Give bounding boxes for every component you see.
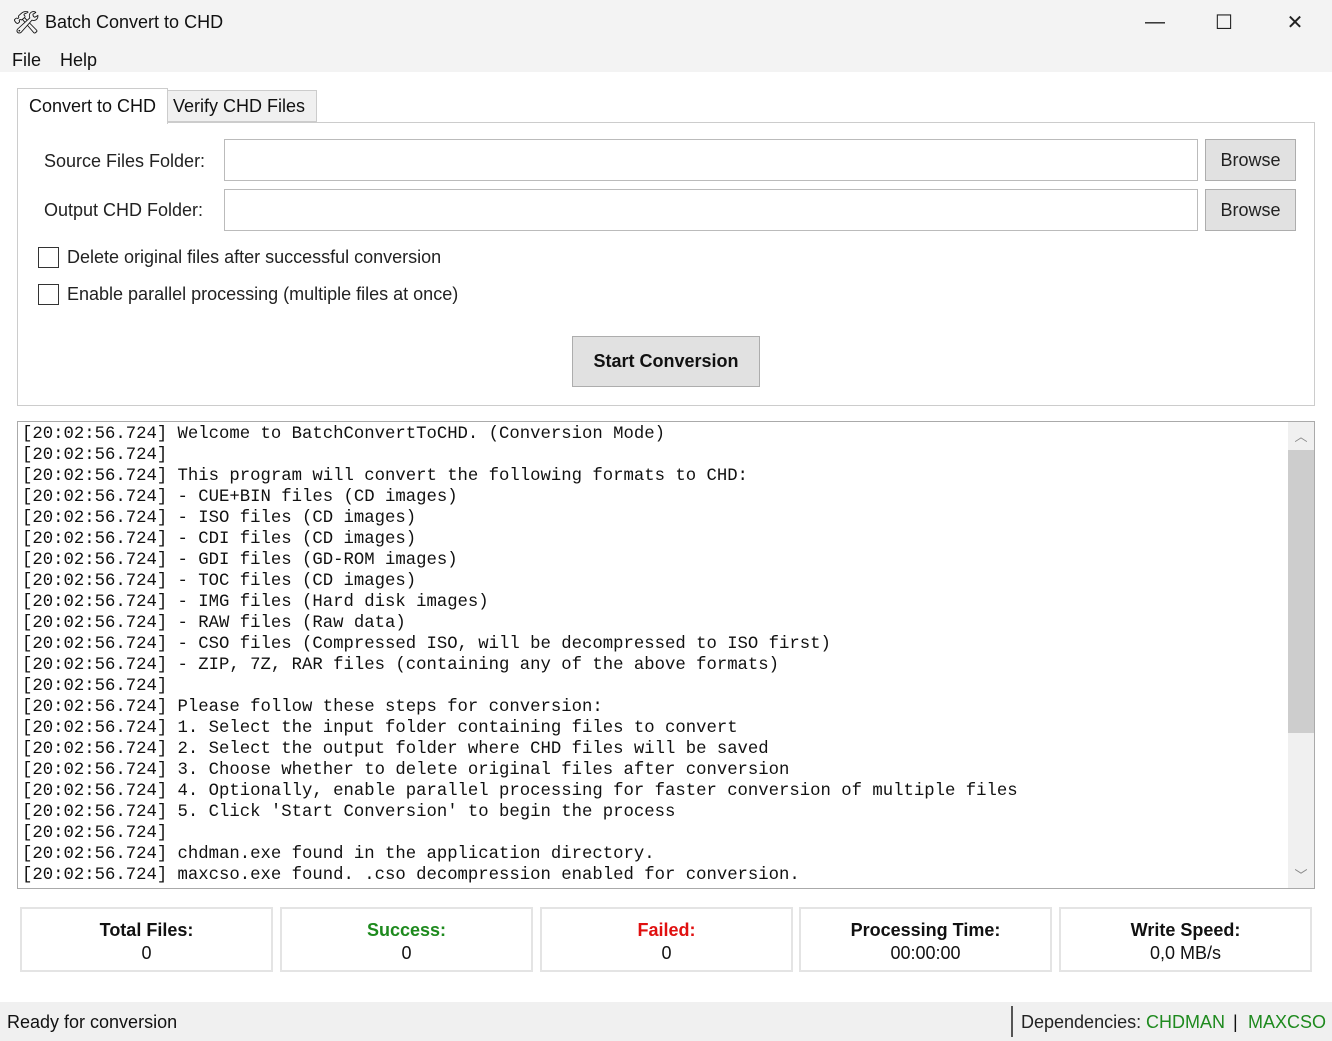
output-label: Output CHD Folder: bbox=[44, 200, 204, 220]
log-line: [20:02:56.724] 2. Select the output fold… bbox=[22, 740, 769, 759]
stat-label: Failed: bbox=[637, 920, 696, 940]
menu-help[interactable]: Help bbox=[60, 50, 97, 71]
minimize-button[interactable]: — bbox=[1120, 0, 1190, 44]
source-label: Source Files Folder: bbox=[44, 151, 206, 171]
status-text: Ready for conversion bbox=[7, 1012, 178, 1032]
delete-originals-checkbox[interactable] bbox=[38, 247, 59, 268]
log-line: [20:02:56.724] Welcome to BatchConvertTo… bbox=[22, 425, 665, 444]
title-bar: 🛠 Batch Convert to CHD — ☐ ✕ bbox=[0, 0, 1332, 44]
stat-value: 0 bbox=[661, 943, 672, 963]
log-line: [20:02:56.724] - CDI files (CD images) bbox=[22, 530, 417, 549]
log-line: [20:02:56.724] - GDI files (GD-ROM image… bbox=[22, 551, 458, 570]
log-line: [20:02:56.724] - ISO files (CD images) bbox=[22, 509, 417, 528]
log-line: [20:02:56.724] 1. Select the input folde… bbox=[22, 719, 738, 738]
log-line: [20:02:56.724] - TOC files (CD images) bbox=[22, 572, 417, 591]
window-title: Batch Convert to CHD bbox=[45, 12, 224, 32]
stat-value: 0,0 MB/s bbox=[1149, 943, 1222, 963]
stat-label: Total Files: bbox=[99, 920, 194, 940]
parallel-checkbox[interactable] bbox=[38, 284, 59, 305]
status-bar: Ready for conversion Dependencies: CHDMA… bbox=[0, 1002, 1332, 1041]
log-line: [20:02:56.724] This program will convert… bbox=[22, 467, 748, 486]
browse-output-button[interactable]: Browse bbox=[1205, 189, 1296, 231]
scrollbar-thumb[interactable] bbox=[1288, 450, 1314, 733]
stat-label: Write Speed: bbox=[1130, 920, 1241, 940]
log-line: [20:02:56.724] - ZIP, 7Z, RAR files (con… bbox=[22, 656, 780, 675]
log-line: [20:02:56.724] - RAW files (Raw data) bbox=[22, 614, 406, 633]
stat-label: Processing Time: bbox=[850, 920, 1001, 940]
scroll-up-icon[interactable]: ︿ bbox=[1288, 426, 1314, 445]
scroll-down-icon[interactable]: ﹀ bbox=[1288, 865, 1314, 884]
log-textbox[interactable]: [20:02:56.724] Welcome to BatchConvertTo… bbox=[17, 421, 1315, 889]
status-divider bbox=[1011, 1006, 1013, 1037]
log-line: [20:02:56.724] - CUE+BIN files (CD image… bbox=[22, 488, 458, 507]
stat-value: 0 bbox=[401, 943, 412, 963]
dependency-chdman: CHDMAN bbox=[1146, 1012, 1225, 1032]
stat-box: Processing Time: 00:00:00 bbox=[799, 907, 1052, 972]
start-conversion-button[interactable]: Start Conversion bbox=[572, 336, 760, 387]
stat-box: Total Files: 0 bbox=[20, 907, 273, 972]
stat-box: Failed: 0 bbox=[540, 907, 793, 972]
output-folder-input[interactable] bbox=[224, 189, 1198, 231]
stat-box: Success: 0 bbox=[280, 907, 533, 972]
log-lines: [20:02:56.724] Welcome to BatchConvertTo… bbox=[22, 424, 1018, 886]
parallel-label[interactable]: Enable parallel processing (multiple fil… bbox=[67, 284, 458, 305]
log-line: [20:02:56.724] 5. Click 'Start Conversio… bbox=[22, 803, 676, 822]
browse-source-button[interactable]: Browse bbox=[1205, 139, 1296, 181]
delete-originals-label[interactable]: Delete original files after successful c… bbox=[67, 247, 441, 268]
dependencies-label: Dependencies: bbox=[1021, 1012, 1142, 1032]
log-scrollbar[interactable]: ︿ ﹀ bbox=[1288, 422, 1314, 888]
log-line: [20:02:56.724] bbox=[22, 824, 168, 843]
log-line: [20:02:56.724] bbox=[22, 446, 168, 465]
close-button[interactable]: ✕ bbox=[1260, 0, 1330, 44]
tab-convert[interactable]: Convert to CHD bbox=[17, 88, 169, 124]
stat-value: 0 bbox=[141, 943, 152, 963]
log-line: [20:02:56.724] 4. Optionally, enable par… bbox=[22, 782, 1018, 801]
menu-file[interactable]: File bbox=[12, 50, 41, 71]
source-folder-input[interactable] bbox=[224, 139, 1198, 181]
menu-bar: File Help bbox=[0, 44, 1332, 72]
stat-label: Success: bbox=[366, 920, 447, 940]
log-line: [20:02:56.724] - CSO files (Compressed I… bbox=[22, 635, 831, 654]
log-line: [20:02:56.724] 3. Choose whether to dele… bbox=[22, 761, 790, 780]
stat-value: 00:00:00 bbox=[890, 943, 961, 963]
log-line: [20:02:56.724] - IMG files (Hard disk im… bbox=[22, 593, 489, 612]
stat-box: Write Speed: 0,0 MB/s bbox=[1059, 907, 1312, 972]
log-line: [20:02:56.724] maxcso.exe found. .cso de… bbox=[22, 866, 800, 885]
dependency-maxcso: MAXCSO bbox=[1248, 1012, 1327, 1032]
maximize-button[interactable]: ☐ bbox=[1189, 0, 1259, 44]
log-line: [20:02:56.724] bbox=[22, 677, 168, 696]
log-line: [20:02:56.724] Please follow these steps… bbox=[22, 698, 603, 717]
log-line: [20:02:56.724] chdman.exe found in the a… bbox=[22, 845, 655, 864]
tab-verify[interactable]: Verify CHD Files bbox=[165, 90, 318, 122]
dependency-separator: | bbox=[1233, 1012, 1238, 1032]
tools-icon: 🛠 bbox=[12, 10, 40, 35]
